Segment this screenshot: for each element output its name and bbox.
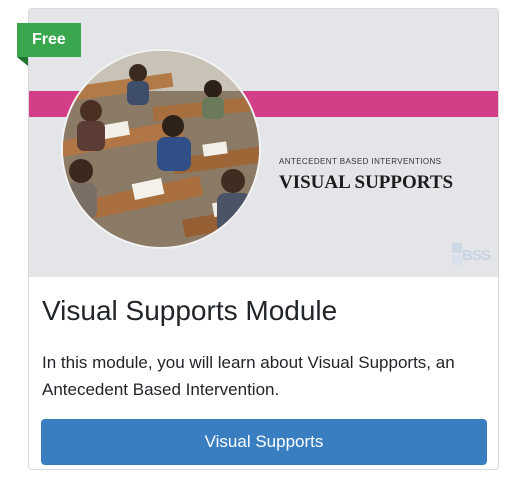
module-description: In this module, you will learn about Vis… (42, 353, 455, 399)
visual-supports-button[interactable]: Visual Supports (41, 419, 487, 465)
free-badge-fold (17, 57, 28, 66)
module-title: Visual Supports Module (42, 295, 338, 326)
thumbnail-title: VISUAL SUPPORTS (279, 172, 454, 193)
bss-logo-watermark: BSS (452, 237, 494, 271)
thumbnail-subtitle: ANTECEDENT BASED INTERVENTIONS (279, 157, 442, 166)
module-thumbnail[interactable]: ANTECEDENT BASED INTERVENTIONS VISUAL SU… (29, 9, 498, 277)
classroom-photo (61, 49, 261, 249)
free-badge: Free (17, 23, 81, 57)
module-card: ANTECEDENT BASED INTERVENTIONS VISUAL SU… (28, 8, 499, 470)
